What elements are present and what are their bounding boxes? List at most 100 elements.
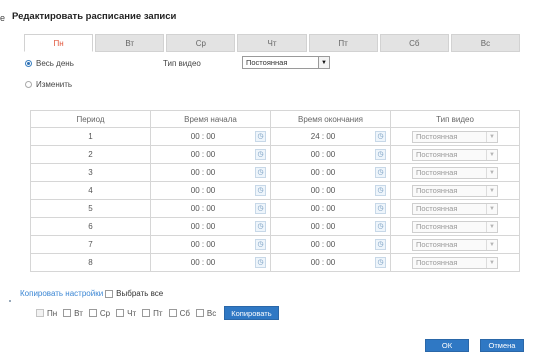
copy-day-sat-checkbox[interactable] bbox=[168, 309, 177, 317]
tab-sun[interactable]: Вс bbox=[450, 34, 520, 52]
tab-wed[interactable]: Ср bbox=[166, 34, 236, 52]
clock-icon[interactable]: ◷ bbox=[255, 203, 266, 214]
start-time-cell[interactable]: 00 : 00 ◷ bbox=[150, 127, 271, 146]
edit-radio[interactable] bbox=[25, 81, 32, 88]
clock-icon[interactable]: ◷ bbox=[375, 257, 386, 268]
period-cell: 7 bbox=[30, 235, 151, 254]
table-header-row: Период Время начала Время окончания Тип … bbox=[30, 110, 520, 128]
clock-icon[interactable]: ◷ bbox=[375, 131, 386, 142]
table-row: 4 00 : 00 ◷ 00 : 00 ◷ Постоянная ▼ bbox=[30, 181, 520, 200]
table-row: 1 00 : 00 ◷ 24 : 00 ◷ Постоянная ▼ bbox=[30, 127, 520, 146]
end-time-cell[interactable]: 00 : 00 ◷ bbox=[270, 253, 391, 272]
row-video-type-value: Постоянная bbox=[416, 222, 458, 231]
start-time-cell[interactable]: 00 : 00 ◷ bbox=[150, 163, 271, 182]
end-time-cell[interactable]: 00 : 00 ◷ bbox=[270, 217, 391, 236]
end-time-value[interactable]: 00 : 00 bbox=[271, 258, 375, 267]
table-row: 6 00 : 00 ◷ 00 : 00 ◷ Постоянная ▼ bbox=[30, 217, 520, 236]
start-time-cell[interactable]: 00 : 00 ◷ bbox=[150, 181, 271, 200]
all-day-radio[interactable] bbox=[25, 60, 32, 67]
end-time-cell[interactable]: 00 : 00 ◷ bbox=[270, 145, 391, 164]
col-end-header: Время окончания bbox=[270, 110, 391, 128]
copy-day-mon-label: Пн bbox=[47, 308, 58, 318]
tab-tue[interactable]: Вт bbox=[95, 34, 165, 52]
clock-icon[interactable]: ◷ bbox=[375, 203, 386, 214]
clock-icon[interactable]: ◷ bbox=[255, 185, 266, 196]
start-time-cell[interactable]: 00 : 00 ◷ bbox=[150, 217, 271, 236]
end-time-cell[interactable]: 24 : 00 ◷ bbox=[270, 127, 391, 146]
row-video-type-select[interactable]: Постоянная ▼ bbox=[412, 238, 498, 251]
clock-icon[interactable]: ◷ bbox=[255, 221, 266, 232]
clock-icon[interactable]: ◷ bbox=[375, 149, 386, 160]
col-period-header: Период bbox=[30, 110, 151, 128]
clock-icon[interactable]: ◷ bbox=[255, 239, 266, 250]
row-video-type-select[interactable]: Постоянная ▼ bbox=[412, 130, 498, 143]
end-time-value[interactable]: 00 : 00 bbox=[271, 240, 375, 249]
start-time-cell[interactable]: 00 : 00 ◷ bbox=[150, 235, 271, 254]
end-time-cell[interactable]: 00 : 00 ◷ bbox=[270, 235, 391, 254]
copy-day-sun-checkbox[interactable] bbox=[195, 309, 204, 317]
tab-mon[interactable]: Пн bbox=[24, 34, 94, 52]
video-type-cell: Постоянная ▼ bbox=[390, 127, 520, 146]
clock-icon[interactable]: ◷ bbox=[255, 131, 266, 142]
table-row: 2 00 : 00 ◷ 00 : 00 ◷ Постоянная ▼ bbox=[30, 145, 520, 164]
end-time-cell[interactable]: 00 : 00 ◷ bbox=[270, 199, 391, 218]
end-time-value[interactable]: 00 : 00 bbox=[271, 150, 375, 159]
row-video-type-value: Постоянная bbox=[416, 258, 458, 267]
tab-fri[interactable]: Пт bbox=[308, 34, 378, 52]
start-time-cell[interactable]: 00 : 00 ◷ bbox=[150, 253, 271, 272]
end-time-value[interactable]: 00 : 00 bbox=[271, 204, 375, 213]
copy-button[interactable]: Копировать bbox=[224, 306, 279, 320]
end-time-value[interactable]: 24 : 00 bbox=[271, 132, 375, 141]
copy-day-wed-checkbox[interactable] bbox=[88, 309, 97, 317]
select-all-checkbox[interactable] bbox=[105, 289, 114, 298]
end-time-value[interactable]: 00 : 00 bbox=[271, 222, 375, 231]
start-time-value[interactable]: 00 : 00 bbox=[151, 132, 255, 141]
row-video-type-select[interactable]: Постоянная ▼ bbox=[412, 220, 498, 233]
clock-icon[interactable]: ◷ bbox=[255, 149, 266, 160]
table-row: 5 00 : 00 ◷ 00 : 00 ◷ Постоянная ▼ bbox=[30, 199, 520, 218]
video-type-select[interactable]: Постоянная ▼ bbox=[242, 56, 330, 69]
start-time-cell[interactable]: 00 : 00 ◷ bbox=[150, 199, 271, 218]
end-time-value[interactable]: 00 : 00 bbox=[271, 186, 375, 195]
clock-icon[interactable]: ◷ bbox=[255, 257, 266, 268]
clock-icon[interactable]: ◷ bbox=[375, 239, 386, 250]
row-video-type-select[interactable]: Постоянная ▼ bbox=[412, 148, 498, 161]
end-time-value[interactable]: 00 : 00 bbox=[271, 168, 375, 177]
clock-icon[interactable]: ◷ bbox=[375, 221, 386, 232]
copy-settings-link[interactable]: Копировать настройки bbox=[20, 289, 103, 298]
copy-days-row: Пн Вт Ср Чт Пт Сб Вс Копировать bbox=[36, 306, 279, 320]
row-video-type-select[interactable]: Постоянная ▼ bbox=[412, 202, 498, 215]
row-video-type-value: Постоянная bbox=[416, 132, 458, 141]
start-time-value[interactable]: 00 : 00 bbox=[151, 150, 255, 159]
start-time-value[interactable]: 00 : 00 bbox=[151, 204, 255, 213]
copy-day-wed-label: Ср bbox=[99, 308, 111, 318]
chevron-down-icon: ▼ bbox=[486, 239, 497, 250]
all-day-option[interactable]: Весь день bbox=[25, 59, 74, 68]
period-cell: 1 bbox=[30, 127, 151, 146]
start-time-value[interactable]: 00 : 00 bbox=[151, 222, 255, 231]
copy-day-fri-checkbox[interactable] bbox=[142, 309, 151, 317]
end-time-cell[interactable]: 00 : 00 ◷ bbox=[270, 181, 391, 200]
end-time-cell[interactable]: 00 : 00 ◷ bbox=[270, 163, 391, 182]
start-time-value[interactable]: 00 : 00 bbox=[151, 258, 255, 267]
start-time-cell[interactable]: 00 : 00 ◷ bbox=[150, 145, 271, 164]
copy-day-thu-checkbox[interactable] bbox=[116, 309, 125, 317]
row-video-type-select[interactable]: Постоянная ▼ bbox=[412, 256, 498, 269]
start-time-value[interactable]: 00 : 00 bbox=[151, 240, 255, 249]
row-video-type-select[interactable]: Постоянная ▼ bbox=[412, 184, 498, 197]
start-time-value[interactable]: 00 : 00 bbox=[151, 186, 255, 195]
period-cell: 3 bbox=[30, 163, 151, 182]
copy-day-tue-checkbox[interactable] bbox=[63, 309, 72, 317]
tab-thu[interactable]: Чт bbox=[237, 34, 307, 52]
copy-day-mon-checkbox[interactable] bbox=[36, 309, 44, 317]
tab-sat[interactable]: Сб bbox=[379, 34, 449, 52]
clock-icon[interactable]: ◷ bbox=[375, 167, 386, 178]
edit-option[interactable]: Изменить bbox=[25, 80, 72, 89]
clock-icon[interactable]: ◷ bbox=[375, 185, 386, 196]
cancel-button[interactable]: Отмена bbox=[480, 339, 524, 352]
clock-icon[interactable]: ◷ bbox=[255, 167, 266, 178]
row-video-type-select[interactable]: Постоянная ▼ bbox=[412, 166, 498, 179]
ok-button[interactable]: ОК bbox=[425, 339, 469, 352]
period-cell: 2 bbox=[30, 145, 151, 164]
start-time-value[interactable]: 00 : 00 bbox=[151, 168, 255, 177]
